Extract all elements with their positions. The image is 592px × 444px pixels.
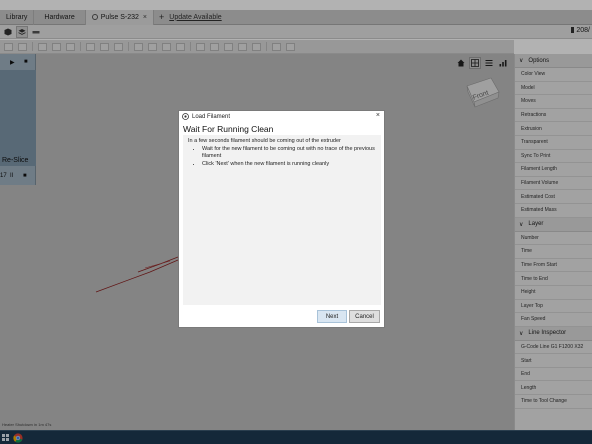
close-icon[interactable]: × <box>376 112 380 119</box>
instruction-list: Wait for the new filament to be coming o… <box>202 146 378 168</box>
instruction-intro: In a few seconds filament should be comi… <box>188 138 341 144</box>
instruction-item: Wait for the new filament to be coming o… <box>202 146 378 161</box>
dialog-body: In a few seconds filament should be comi… <box>183 135 381 305</box>
dialog-heading: Wait For Running Clean <box>183 124 274 134</box>
app-icon <box>182 113 189 120</box>
dialog-titlebar: Load Filament <box>179 111 384 122</box>
load-filament-dialog: Load Filament × Wait For Running Clean I… <box>178 110 385 328</box>
cancel-button[interactable]: Cancel <box>349 310 380 323</box>
dialog-title: Load Filament <box>192 113 231 120</box>
dialog-footer: Next Cancel <box>179 307 384 327</box>
instruction-item: Click 'Next' when the new filament is ru… <box>202 161 378 168</box>
next-button[interactable]: Next <box>317 310 347 323</box>
